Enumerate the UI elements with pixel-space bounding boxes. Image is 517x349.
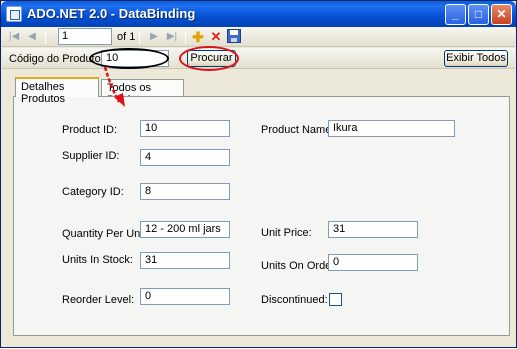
minimize-button[interactable]: _ (445, 4, 466, 25)
category-id-field[interactable]: 8 (140, 183, 230, 200)
show-all-button[interactable]: Exibir Todos (444, 50, 508, 67)
supplier-id-label: Supplier ID: (62, 150, 120, 162)
quantity-per-unit-label: Quantity Per Unit: (62, 228, 149, 240)
close-button[interactable]: ✕ (491, 4, 512, 25)
unit-price-field[interactable]: 31 (328, 221, 418, 238)
move-next-icon[interactable]: ▶ (146, 29, 162, 45)
delete-icon[interactable]: ✕ (208, 29, 224, 45)
main-window: ADO.NET 2.0 - DataBinding _ □ ✕ |◀ ◀ 1 o… (0, 0, 517, 348)
tab-detalhes-produtos[interactable]: Detalhes Produtos (15, 77, 99, 105)
discontinued-checkbox[interactable] (329, 293, 342, 306)
units-on-order-label: Units On Order: (261, 260, 339, 272)
reorder-level-field[interactable]: 0 (140, 288, 230, 305)
discontinued-label: Discontinued: (261, 294, 328, 306)
move-previous-icon[interactable]: ◀ (24, 29, 40, 45)
units-in-stock-label: Units In Stock: (62, 254, 133, 266)
category-id-label: Category ID: (62, 186, 124, 198)
units-in-stock-field[interactable]: 31 (140, 252, 230, 269)
toolbar-separator (139, 30, 140, 44)
toolbar-separator (185, 30, 186, 44)
tab-todos-produtos[interactable]: Todos os Produtos (101, 79, 184, 106)
title-bar[interactable]: ADO.NET 2.0 - DataBinding _ □ ✕ (1, 1, 516, 27)
search-toolbar: Código do Produto :: 10 Procurar Exibir … (2, 48, 515, 69)
product-name-label: Product Name: (261, 124, 335, 136)
move-last-icon[interactable]: ▶| (164, 29, 180, 45)
reorder-level-label: Reorder Level: (62, 294, 135, 306)
app-icon (6, 6, 22, 22)
quantity-per-unit-field[interactable]: 12 - 200 ml jars (140, 221, 230, 238)
add-new-icon[interactable]: ✚ (190, 29, 206, 45)
product-id-label: Product ID: (62, 124, 118, 136)
record-count-label: of 1 (117, 31, 136, 43)
product-code-input[interactable]: 10 (101, 50, 169, 67)
product-name-field[interactable]: Ikura (328, 120, 455, 137)
units-on-order-field[interactable]: 0 (328, 254, 418, 271)
product-code-label: Código do Produto :: (9, 53, 110, 65)
supplier-id-field[interactable]: 4 (140, 149, 230, 166)
product-id-field[interactable]: 10 (140, 120, 230, 137)
maximize-button[interactable]: □ (468, 4, 489, 25)
position-input[interactable]: 1 (58, 28, 112, 45)
unit-price-label: Unit Price: (261, 227, 312, 239)
toolbar-separator (45, 30, 46, 44)
window-title: ADO.NET 2.0 - DataBinding (27, 6, 196, 21)
save-icon[interactable] (226, 29, 242, 45)
search-button[interactable]: Procurar (187, 50, 236, 67)
move-first-icon[interactable]: |◀ (6, 29, 22, 45)
binding-navigator: |◀ ◀ 1 of 1 ▶ ▶| ✚ ✕ (2, 27, 515, 47)
